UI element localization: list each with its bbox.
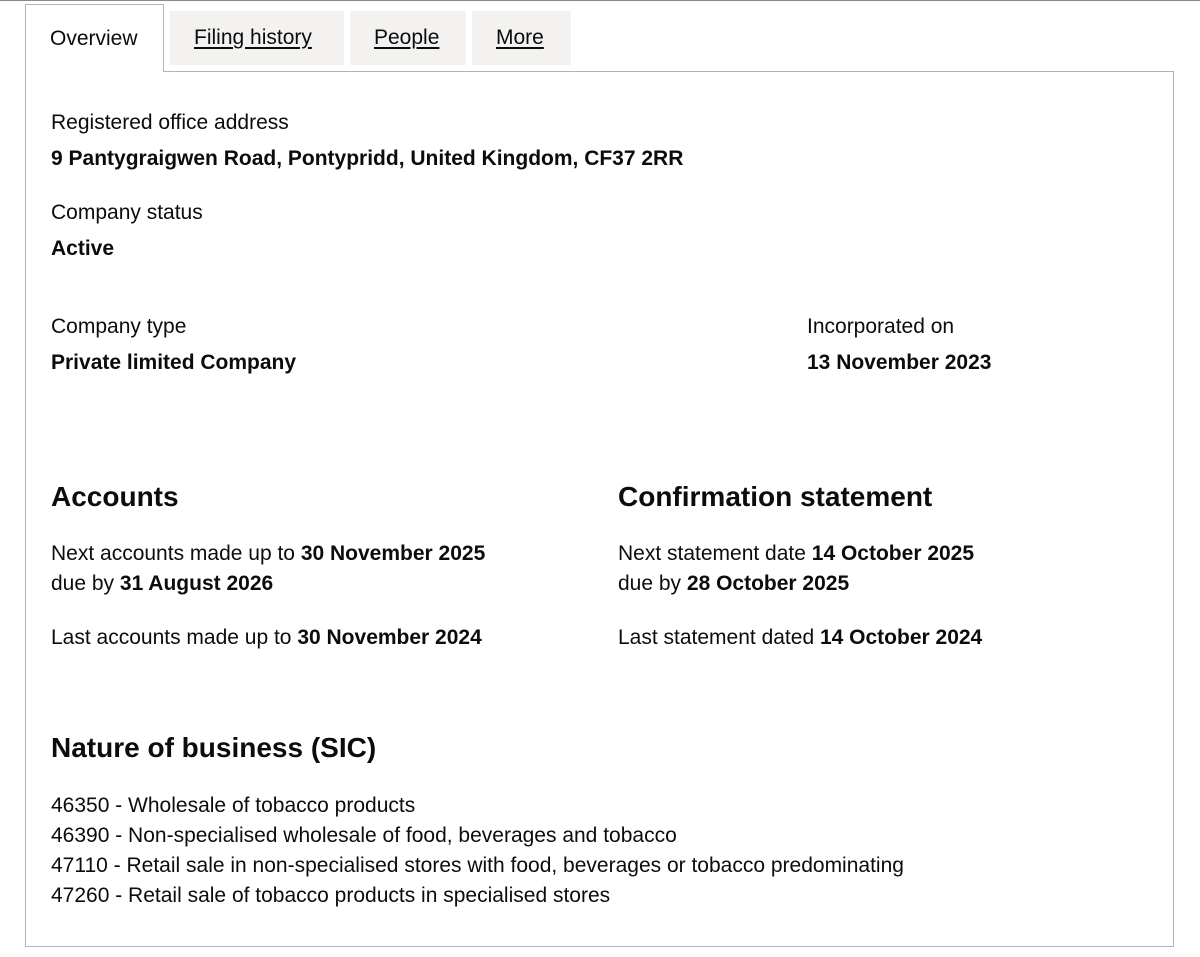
confirmation-due-date: 28 October 2025 bbox=[686, 572, 850, 595]
confirmation-next: Next statement date 14 October 2025 bbox=[618, 539, 974, 569]
sic-list: 46350 - Wholesale of tobacco products 46… bbox=[51, 791, 904, 911]
tab-overview[interactable]: Overview bbox=[25, 4, 164, 72]
top-divider bbox=[0, 0, 1200, 1]
sic-item: 47110 - Retail sale in non-specialised s… bbox=[51, 854, 904, 877]
accounts-heading: Accounts bbox=[51, 481, 179, 512]
registered-address-label: Registered office address bbox=[51, 111, 289, 134]
tab-overview-label: Overview bbox=[50, 27, 138, 50]
incorporated-value: 13 November 2023 bbox=[807, 351, 992, 374]
incorporated-label: Incorporated on bbox=[807, 315, 955, 338]
confirmation-next-prefix: Next statement date bbox=[618, 542, 812, 565]
accounts-last-prefix: Last accounts made up to bbox=[51, 626, 298, 649]
tab-more-link[interactable]: More bbox=[496, 26, 544, 49]
company-type-label: Company type bbox=[51, 315, 187, 338]
tab-filing-history-link[interactable]: Filing history bbox=[194, 26, 312, 49]
accounts-last: Last accounts made up to 30 November 202… bbox=[51, 623, 482, 653]
company-type-value: Private limited Company bbox=[51, 351, 297, 374]
confirmation-due: due by 28 October 2025 bbox=[618, 569, 849, 599]
tab-people-link[interactable]: People bbox=[374, 26, 439, 49]
accounts-last-date: 30 November 2024 bbox=[297, 626, 482, 649]
accounts-next-date: 30 November 2025 bbox=[300, 542, 486, 565]
tab-people[interactable]: People bbox=[350, 11, 466, 65]
accounts-next-prefix: Next accounts made up to bbox=[51, 542, 301, 565]
confirmation-due-prefix: due by bbox=[618, 572, 687, 595]
sic-item: 46390 - Non-specialised wholesale of foo… bbox=[51, 824, 677, 847]
sic-heading: Nature of business (SIC) bbox=[51, 732, 377, 763]
accounts-due-date: 31 August 2026 bbox=[119, 572, 274, 595]
company-status-label: Company status bbox=[51, 201, 203, 224]
confirmation-last-prefix: Last statement dated bbox=[618, 626, 820, 649]
accounts-next: Next accounts made up to 30 November 202… bbox=[51, 539, 485, 569]
sic-item: 46350 - Wholesale of tobacco products bbox=[51, 794, 416, 817]
tab-filing-history[interactable]: Filing history bbox=[170, 11, 344, 65]
confirmation-heading: Confirmation statement bbox=[618, 481, 933, 512]
confirmation-last-date: 14 October 2024 bbox=[819, 626, 983, 649]
overview-panel: Registered office address 9 Pantygraigwe… bbox=[25, 71, 1174, 947]
company-status-value: Active bbox=[51, 237, 115, 260]
confirmation-next-date: 14 October 2025 bbox=[811, 542, 975, 565]
registered-address-value: 9 Pantygraigwen Road, Pontypridd, United… bbox=[51, 147, 684, 170]
accounts-due: due by 31 August 2026 bbox=[51, 569, 273, 599]
sic-item: 47260 - Retail sale of tobacco products … bbox=[51, 884, 611, 907]
confirmation-last: Last statement dated 14 October 2024 bbox=[618, 623, 982, 653]
accounts-due-prefix: due by bbox=[51, 572, 120, 595]
tab-more[interactable]: More bbox=[472, 11, 571, 65]
